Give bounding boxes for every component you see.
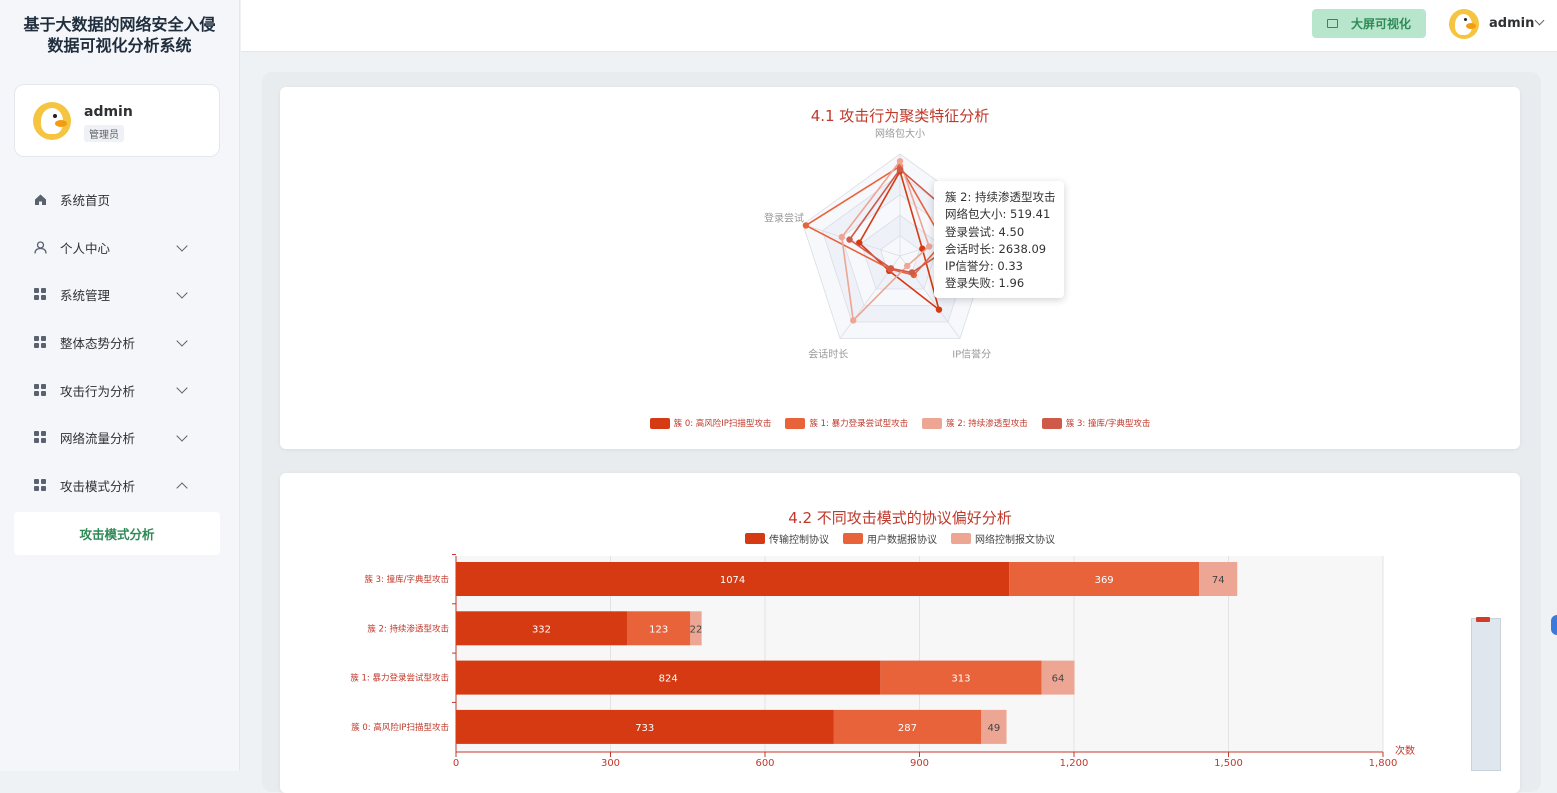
- tooltip-line: 登录尝试: 4.50: [945, 224, 1025, 239]
- legend-item[interactable]: 簇 0: 高风险IP扫描型攻击: [649, 417, 771, 429]
- tooltip-line: 会话时长: 2638.09: [945, 241, 1047, 256]
- grid-icon: [34, 383, 47, 397]
- tooltip-line: IP信誉分: 0.33: [945, 259, 1023, 274]
- sidebar: 基于大数据的网络安全入侵数据可视化分析系统 admin 管理员 系统首页 个人中…: [0, 0, 240, 771]
- legend-item[interactable]: 簇 3: 撞库/字典型攻击: [1041, 417, 1150, 429]
- chevron-down-icon: [176, 430, 188, 442]
- submenu-item-attack-pattern[interactable]: 攻击模式分析: [14, 512, 220, 555]
- sidebar-item-personal[interactable]: 个人中心: [0, 224, 240, 272]
- radar-tooltip: 簇 2: 持续渗透型攻击 网络包大小: 519.41 登录尝试: 4.50 会话…: [934, 181, 1064, 298]
- bar-legend[interactable]: 传输控制协议 用户数据报协议 网络控制报文协议: [280, 531, 1520, 546]
- user-role-badge: 管理员: [84, 125, 124, 142]
- chevron-up-icon: [176, 481, 188, 494]
- home-icon: [35, 194, 46, 206]
- top-header: 大屏可视化 admin: [241, 0, 1557, 52]
- sidebar-item-home[interactable]: 系统首页: [0, 176, 240, 224]
- user-name: admin: [84, 104, 133, 120]
- radar-title: 4.1 攻击行为聚类特征分析: [810, 107, 990, 125]
- grid-icon: [34, 431, 47, 444]
- grid-icon: [34, 336, 47, 349]
- sidebar-item-label: 系统首页: [60, 193, 111, 209]
- grid-icon: [34, 288, 47, 301]
- sidebar-item-label: 系统管理: [60, 288, 111, 304]
- bar-title: 4.2 不同攻击模式的协议偏好分析: [788, 509, 1012, 527]
- header-avatar[interactable]: [1449, 9, 1479, 39]
- sidebar-item-label: 攻击行为分析: [60, 383, 136, 399]
- legend-item[interactable]: 网络控制报文协议: [951, 531, 1055, 546]
- legend-item[interactable]: 用户数据报协议: [843, 531, 937, 546]
- bar-panel: 4.2 不同攻击模式的协议偏好分析 传输控制协议 用户数据报协议 网络控制报文协…: [280, 473, 1520, 793]
- user-card: admin 管理员: [14, 84, 220, 157]
- sidebar-item-attack-behavior[interactable]: 攻击行为分析: [0, 366, 240, 414]
- radar-legend[interactable]: 簇 0: 高风险IP扫描型攻击 簇 1: 暴力登录尝试型攻击 簇 2: 持续渗透…: [280, 417, 1520, 429]
- datazoom-slider[interactable]: [1471, 618, 1501, 771]
- chevron-down-icon: [176, 335, 188, 347]
- chevron-down-icon: [176, 382, 188, 395]
- sidebar-item-attack-pattern[interactable]: 攻击模式分析: [0, 462, 240, 510]
- tooltip-title: 簇 2: 持续渗透型攻击: [945, 190, 1056, 204]
- sidebar-item-overall[interactable]: 整体态势分析: [0, 319, 240, 367]
- user-icon: [34, 241, 47, 254]
- slider-handle[interactable]: [1476, 617, 1490, 622]
- chevron-down-icon: [176, 287, 188, 299]
- app-title: 基于大数据的网络安全入侵数据可视化分析系统: [23, 15, 216, 55]
- bigscreen-label: 大屏可视化: [1350, 17, 1411, 31]
- sidebar-item-label: 网络流量分析: [60, 431, 136, 447]
- sidebar-item-label: 攻击模式分析: [60, 478, 136, 494]
- legend-item[interactable]: 簇 1: 暴力登录尝试型攻击: [785, 417, 908, 429]
- sidebar-item-traffic[interactable]: 网络流量分析: [0, 414, 240, 462]
- sidebar-item-label: 个人中心: [60, 240, 111, 256]
- legend-item[interactable]: 传输控制协议: [745, 531, 829, 546]
- tooltip-line: 网络包大小: 519.41: [945, 207, 1051, 222]
- sidebar-item-label: 整体态势分析: [60, 336, 136, 352]
- header-username[interactable]: admin: [1489, 16, 1534, 31]
- legend-item[interactable]: 簇 2: 持续渗透型攻击: [922, 417, 1028, 429]
- sidebar-item-system[interactable]: 系统管理: [0, 271, 240, 319]
- radar-panel: 4.1 攻击行为聚类特征分析 簇 0: 高风险IP扫描型攻击 簇 1: 暴力登录…: [280, 87, 1520, 449]
- bigscreen-button[interactable]: 大屏可视化: [1312, 9, 1426, 38]
- floating-button[interactable]: [1551, 615, 1557, 635]
- monitor-icon: [1326, 19, 1338, 28]
- sidebar-menu: 系统首页 个人中心 系统管理 整体态势分析 攻击行为分析 网络流量分析 攻击模式…: [0, 176, 240, 509]
- tooltip-line: 登录失败: 1.96: [945, 276, 1025, 291]
- chevron-down-icon[interactable]: [1534, 15, 1545, 26]
- avatar: [33, 102, 71, 140]
- chevron-down-icon: [176, 239, 188, 252]
- grid-icon: [34, 478, 47, 492]
